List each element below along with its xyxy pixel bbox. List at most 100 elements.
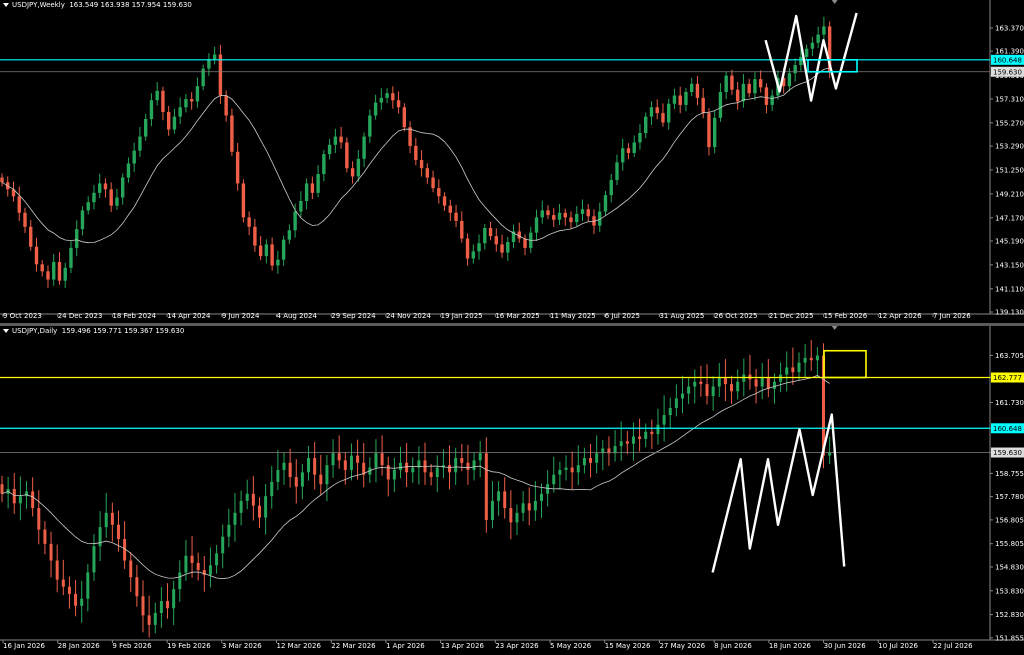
candle-body [80,210,85,230]
candle-body [17,196,21,213]
x-tick-label: 22 Mar 2026 [331,642,376,650]
candle-body [662,415,666,425]
candle-body [631,436,635,444]
x-tick-label: 15 Feb 2026 [824,312,868,320]
candle-body [484,453,488,520]
candle-body [402,107,407,128]
x-tick-label: 11 May 2025 [550,312,596,320]
target-box [807,59,858,73]
weekly-chart-pane[interactable]: 163.370161.390159.310157.310155.270153.2… [0,0,1024,323]
candle-body [392,469,396,480]
candle-body [189,99,194,102]
price-level-tag-label: 162.777 [993,374,1022,382]
candle-body [276,259,280,266]
candle-body [201,68,205,87]
candle-body [135,577,139,597]
candle-body [132,150,136,164]
x-tick-label: 5 May 2026 [550,642,592,650]
candle-body [615,162,619,180]
x-tick-label: 9 Feb 2026 [112,642,152,650]
daily-chart[interactable]: 163.705 162.777 161.730 160.648 159.630 158.7… [0,326,1024,655]
candle-body [287,230,292,240]
candle-body [350,168,355,177]
candle-body [31,491,35,509]
candle-body [690,83,694,93]
candle-body [40,264,44,272]
candle-body [23,212,27,227]
candle-body [563,212,567,218]
candle-body [695,83,700,98]
candle-body [552,215,556,220]
x-tick-label: 24 Dec 2023 [58,312,103,320]
x-tick-label: 19 Jan 2025 [441,312,483,320]
candle-body [80,598,84,606]
candle-body [414,145,418,161]
candle-body [270,244,274,266]
candle-body [37,508,41,530]
y-tick-label: 151.250 [995,166,1024,174]
candle-body [779,374,783,382]
candle-body [701,97,705,114]
candle-body [299,201,303,212]
candle-body [29,226,33,247]
candle-body [49,543,53,561]
candle-body [207,59,211,69]
weekly-chart[interactable]: 163.370161.390159.310157.310155.270153.2… [0,0,1024,323]
collapse-triangle-icon[interactable] [3,329,9,333]
y-tick-label: 151.855 [995,634,1024,642]
candle-body [580,209,585,214]
candle-body [747,83,751,94]
x-tick-label: 16 Jan 2026 [3,642,46,650]
candle-body [431,177,435,189]
candle-body [264,244,269,257]
candle-body [500,244,504,253]
candle-body [258,245,263,257]
candle-body [55,560,59,580]
candle-body [126,163,131,178]
candle-body [235,151,240,184]
candle-body [368,115,372,137]
candle-body [770,95,774,105]
candle-body [325,465,329,485]
candle-body [253,226,257,246]
y-tick-label: 157.780 [995,493,1024,501]
candle-body [405,462,409,473]
candle-body [115,197,119,206]
candle-body [316,174,320,193]
candle-body [638,133,642,143]
candle-body [215,553,219,566]
daily-chart-pane[interactable]: 163.705 162.777 161.730 160.648 159.630 158.7… [0,326,1024,655]
candle-body [804,48,809,57]
candle-body [327,144,332,155]
candle-body [668,407,672,416]
candle-body [264,496,268,518]
candle-body [707,113,711,148]
candle-body [644,116,648,134]
candle-body [448,465,452,473]
collapse-triangle-icon[interactable] [3,3,9,7]
candle-body [419,160,424,169]
x-tick-label: 10 Jul 2026 [878,642,918,650]
candle-body [766,376,770,389]
weekly-close: 159.630 [162,1,192,9]
price-level-tag-label: 160.648 [993,56,1022,64]
candle-body [570,467,574,473]
candle-body [313,458,317,475]
candle-body [276,469,280,482]
target-box [823,349,867,379]
candle-body [208,565,212,575]
candle-body [12,489,16,504]
candle-body [98,527,102,547]
candle-body [429,472,433,478]
candle-body [147,615,151,625]
candle-body [343,460,347,470]
y-tick-label: 163.370 [995,24,1024,32]
candle-body [546,484,550,494]
candle-body [684,92,688,105]
candle-body [730,384,734,392]
x-tick-label: 16 Mar 2025 [495,312,539,320]
y-tick-label: 149.210 [995,190,1024,198]
candle-body [239,500,243,513]
candle-body [74,593,78,606]
candle-body [103,183,108,190]
